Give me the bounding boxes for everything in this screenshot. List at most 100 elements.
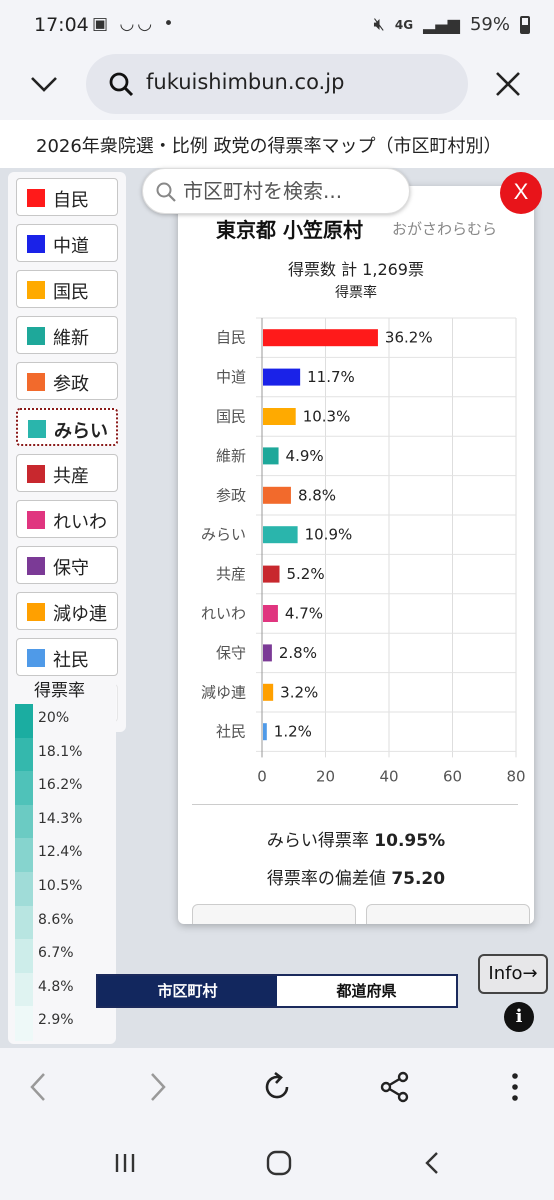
bar xyxy=(263,486,291,504)
party-swatch xyxy=(27,189,45,207)
deviation-stat: 得票率の偏差値 75.20 xyxy=(178,864,534,889)
mute-icon: 🔇︎ xyxy=(373,14,385,35)
battery-label: 59% xyxy=(469,14,510,35)
tick-label: 80 xyxy=(506,767,525,785)
party-swatch xyxy=(27,603,45,621)
category-label: 維新 xyxy=(216,447,246,465)
url-field[interactable]: fukuishimbun.co.jp xyxy=(86,54,468,114)
more-icon[interactable] xyxy=(498,1070,532,1104)
tick-label: 40 xyxy=(379,767,398,785)
scale-label: 12.4% xyxy=(38,844,83,861)
scale-swatch xyxy=(15,704,33,739)
browser-toolbar xyxy=(0,1048,554,1126)
party-button[interactable]: みらい xyxy=(16,408,118,446)
chevron-down-icon[interactable] xyxy=(30,70,58,98)
party-button[interactable]: 共産 xyxy=(16,454,118,492)
category-label: れいわ xyxy=(201,605,246,623)
search-icon xyxy=(156,182,176,202)
scale-swatch xyxy=(15,939,33,974)
back-icon[interactable] xyxy=(22,1070,56,1104)
deviation-label: 得票率の偏差値 xyxy=(266,869,386,889)
value-label: 8.8% xyxy=(298,486,336,504)
rank-card[interactable] xyxy=(192,904,356,924)
scale-swatch xyxy=(15,872,33,907)
party-swatch xyxy=(27,373,45,391)
party-button[interactable]: 社民 xyxy=(16,638,118,676)
party-label: 減ゆ連 xyxy=(53,604,107,625)
category-label: 減ゆ連 xyxy=(201,683,246,701)
status-bar: 17:04 ▣ ◡◡ • 🔇︎ 4G ▂▄▆ 59% xyxy=(0,0,554,52)
divider xyxy=(192,804,518,805)
party-button[interactable]: 国民 xyxy=(16,270,118,308)
scale-label: 2.9% xyxy=(38,1012,74,1029)
bar xyxy=(263,329,378,347)
party-button[interactable]: 参政 xyxy=(16,362,118,400)
share-icon[interactable] xyxy=(378,1070,412,1104)
value-label: 1.2% xyxy=(274,723,312,741)
scale-label: 18.1% xyxy=(38,743,83,760)
party-swatch xyxy=(27,511,45,529)
home-icon[interactable] xyxy=(262,1146,296,1180)
party-label: 参政 xyxy=(53,374,89,395)
browser-url-bar: fukuishimbun.co.jp xyxy=(0,52,554,120)
tick-label: 20 xyxy=(316,767,335,785)
rank-card[interactable] xyxy=(366,904,530,924)
signal-icon: ▂▄▆ xyxy=(423,15,460,34)
bar xyxy=(263,723,267,741)
value-label: 10.9% xyxy=(305,526,353,544)
party-swatch xyxy=(27,649,45,667)
party-label: 国民 xyxy=(53,282,89,303)
scale-label: 10.5% xyxy=(38,878,83,894)
bar xyxy=(263,447,279,465)
party-label: 保守 xyxy=(53,558,89,579)
url-text: fukuishimbun.co.jp xyxy=(146,70,345,94)
municipality-search[interactable] xyxy=(142,168,410,214)
close-icon[interactable] xyxy=(494,70,522,98)
info-button[interactable]: Info→ xyxy=(478,954,548,994)
scale-label: 4.8% xyxy=(38,978,74,995)
reload-icon[interactable] xyxy=(260,1070,294,1104)
recent-apps-icon[interactable] xyxy=(108,1146,142,1180)
party-button[interactable]: れいわ xyxy=(16,500,118,538)
party-button[interactable]: 自民 xyxy=(16,178,118,216)
value-label: 4.7% xyxy=(285,605,323,623)
party-swatch xyxy=(27,281,45,299)
category-label: みらい xyxy=(201,526,246,544)
bar xyxy=(263,605,278,622)
party-button[interactable]: 維新 xyxy=(16,316,118,354)
tab-municipality[interactable]: 市区町村 xyxy=(98,976,277,1006)
bar xyxy=(263,408,296,425)
tick-label: 60 xyxy=(443,767,462,785)
party-button[interactable]: 減ゆ連 xyxy=(16,592,118,630)
party-label: 社民 xyxy=(53,650,89,671)
scale-swatch xyxy=(15,771,33,806)
close-popup-button[interactable]: X xyxy=(500,172,542,214)
category-label: 共産 xyxy=(216,565,246,583)
tick-label: 0 xyxy=(257,767,267,785)
search-input[interactable] xyxy=(183,175,401,207)
system-back-icon[interactable] xyxy=(416,1146,450,1180)
party-label: 中道 xyxy=(53,236,89,257)
scale-label: 14.3% xyxy=(38,810,83,827)
info-icon[interactable]: i xyxy=(504,1002,534,1032)
network-label: 4G xyxy=(394,17,414,32)
tab-prefecture[interactable]: 都道府県 xyxy=(277,976,456,1006)
forward-icon[interactable] xyxy=(140,1070,174,1104)
scale-label: 20% xyxy=(38,710,70,726)
party-button[interactable]: 保守 xyxy=(16,546,118,584)
category-label: 保守 xyxy=(216,644,246,662)
scale-swatch xyxy=(15,1006,33,1041)
bar xyxy=(263,368,301,386)
category-label: 国民 xyxy=(216,408,246,426)
value-label: 2.8% xyxy=(279,644,317,662)
search-icon xyxy=(109,72,134,97)
scale-swatch xyxy=(15,804,33,840)
level-tabs: 市区町村 都道府県 xyxy=(96,974,458,1008)
value-label: 3.2% xyxy=(280,683,318,701)
party-button[interactable]: 中道 xyxy=(16,224,118,262)
party-swatch xyxy=(28,420,46,438)
scale-swatch xyxy=(15,737,33,773)
bar xyxy=(263,644,272,662)
party-label: 共産 xyxy=(53,466,89,487)
vote-share-chart: 自民 36.2% 中道 11.7% 国民 10.3% 維新 4.9% 参政 8.8% みらい 10.9… xyxy=(201,317,526,785)
